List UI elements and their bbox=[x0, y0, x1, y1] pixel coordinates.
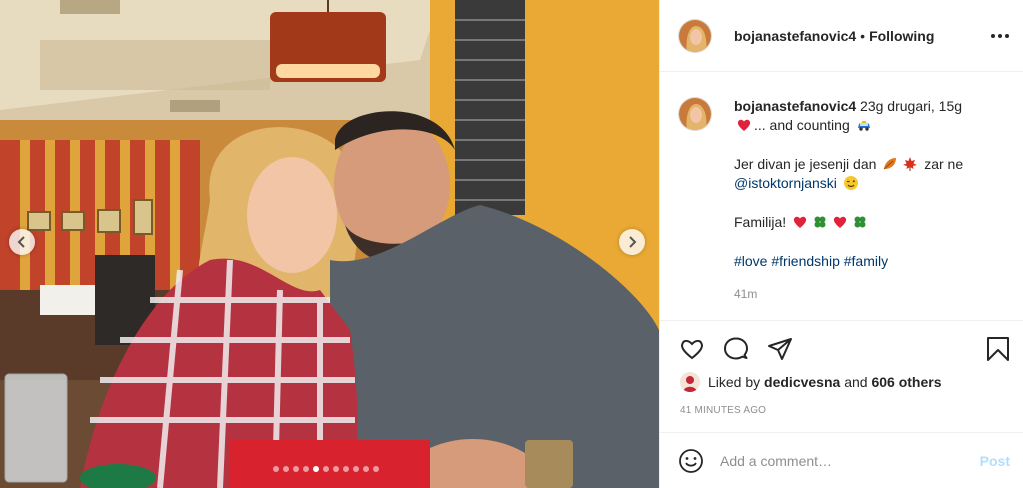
carousel-dot bbox=[323, 466, 329, 472]
following-button[interactable]: Following bbox=[869, 28, 934, 44]
likes-others-link[interactable]: 606 others bbox=[871, 374, 941, 390]
four-leaf-clover-icon bbox=[814, 216, 826, 228]
avatar-image bbox=[679, 98, 711, 130]
hashtag-friendship[interactable]: #friendship bbox=[771, 253, 840, 269]
likes-summary: Liked by dedicvesna and 606 others bbox=[680, 372, 942, 392]
maple-leaf-icon bbox=[903, 157, 918, 171]
instagram-post: bojanastefanovic4 • Following bojanastef… bbox=[0, 0, 1023, 488]
caption-line-3-prefix: Jer divan je jesenji dan bbox=[734, 156, 877, 172]
carousel-indicator bbox=[273, 466, 379, 472]
hashtag-love[interactable]: #love bbox=[734, 253, 767, 269]
share-icon bbox=[768, 338, 792, 360]
post-header: bojanastefanovic4 • Following bbox=[660, 0, 1023, 72]
caption-username[interactable]: bojanastefanovic4 bbox=[734, 98, 856, 114]
caption-line-2: ... and counting bbox=[754, 117, 850, 133]
fallen-leaf-icon bbox=[883, 158, 897, 170]
carousel-dot bbox=[353, 466, 359, 472]
carousel-dot bbox=[333, 466, 339, 472]
caption-author-avatar[interactable] bbox=[678, 97, 712, 131]
post-sidebar: bojanastefanovic4 • Following bojanastef… bbox=[659, 0, 1023, 488]
winking-face-icon bbox=[843, 176, 858, 190]
carousel-dot bbox=[303, 466, 309, 472]
action-bar bbox=[660, 320, 1023, 376]
next-slide-button[interactable] bbox=[619, 229, 645, 255]
header-separator: • bbox=[860, 27, 866, 44]
hashtag-family[interactable]: #family bbox=[844, 253, 888, 269]
carousel-dot bbox=[273, 466, 279, 472]
chevron-right-icon bbox=[629, 236, 637, 248]
share-button[interactable] bbox=[766, 335, 794, 363]
post-comment-button[interactable]: Post bbox=[980, 453, 1010, 469]
carousel-dot bbox=[293, 466, 299, 472]
more-options-button[interactable] bbox=[990, 28, 1010, 44]
post-timestamp[interactable]: 41 MINUTES AGO bbox=[680, 405, 766, 416]
avatar-image bbox=[680, 372, 700, 392]
mention-link[interactable]: @istoktornjanski bbox=[734, 175, 837, 191]
caption-familija: Familija! bbox=[734, 214, 787, 230]
carousel-dot bbox=[373, 466, 379, 472]
comment-icon bbox=[724, 337, 748, 360]
car-icon bbox=[857, 121, 870, 131]
previous-slide-button[interactable] bbox=[9, 229, 35, 255]
author-avatar[interactable] bbox=[678, 18, 712, 53]
four-leaf-clover-icon bbox=[854, 216, 866, 228]
heart-icon bbox=[681, 339, 703, 360]
liker-username[interactable]: dedicvesna bbox=[764, 374, 840, 390]
like-button[interactable] bbox=[678, 335, 706, 363]
bookmark-icon bbox=[987, 337, 1009, 361]
likes-middle: and bbox=[844, 374, 868, 390]
red-heart-icon bbox=[793, 216, 807, 228]
carousel-dot bbox=[283, 466, 289, 472]
caption-text: bojanastefanovic4 23g drugari, 15g ... a… bbox=[734, 97, 984, 304]
add-comment-section: Post bbox=[660, 432, 1023, 488]
liker-avatar[interactable] bbox=[680, 372, 700, 392]
comment-input[interactable] bbox=[720, 452, 960, 469]
comment-button[interactable] bbox=[722, 335, 750, 363]
caption-line-1: 23g drugari, 15g bbox=[860, 98, 963, 114]
author-username[interactable]: bojanastefanovic4 bbox=[734, 28, 856, 44]
photo-illustration bbox=[0, 0, 659, 488]
save-button[interactable] bbox=[984, 335, 1012, 363]
more-icon bbox=[991, 34, 995, 38]
caption-time[interactable]: 41m bbox=[734, 285, 984, 304]
carousel-dot bbox=[363, 466, 369, 472]
post-photo[interactable] bbox=[0, 0, 659, 488]
red-heart-icon bbox=[833, 216, 847, 228]
carousel-dot bbox=[343, 466, 349, 472]
chevron-left-icon bbox=[17, 236, 25, 248]
caption-line-3-suffix: zar ne bbox=[924, 156, 964, 172]
likes-prefix: Liked by bbox=[708, 374, 761, 390]
caption-comment: bojanastefanovic4 23g drugari, 15g ... a… bbox=[678, 97, 1018, 304]
red-heart-icon bbox=[737, 119, 751, 131]
avatar-image bbox=[679, 19, 711, 52]
carousel-dot bbox=[313, 466, 319, 472]
smiley-icon[interactable] bbox=[678, 448, 704, 474]
